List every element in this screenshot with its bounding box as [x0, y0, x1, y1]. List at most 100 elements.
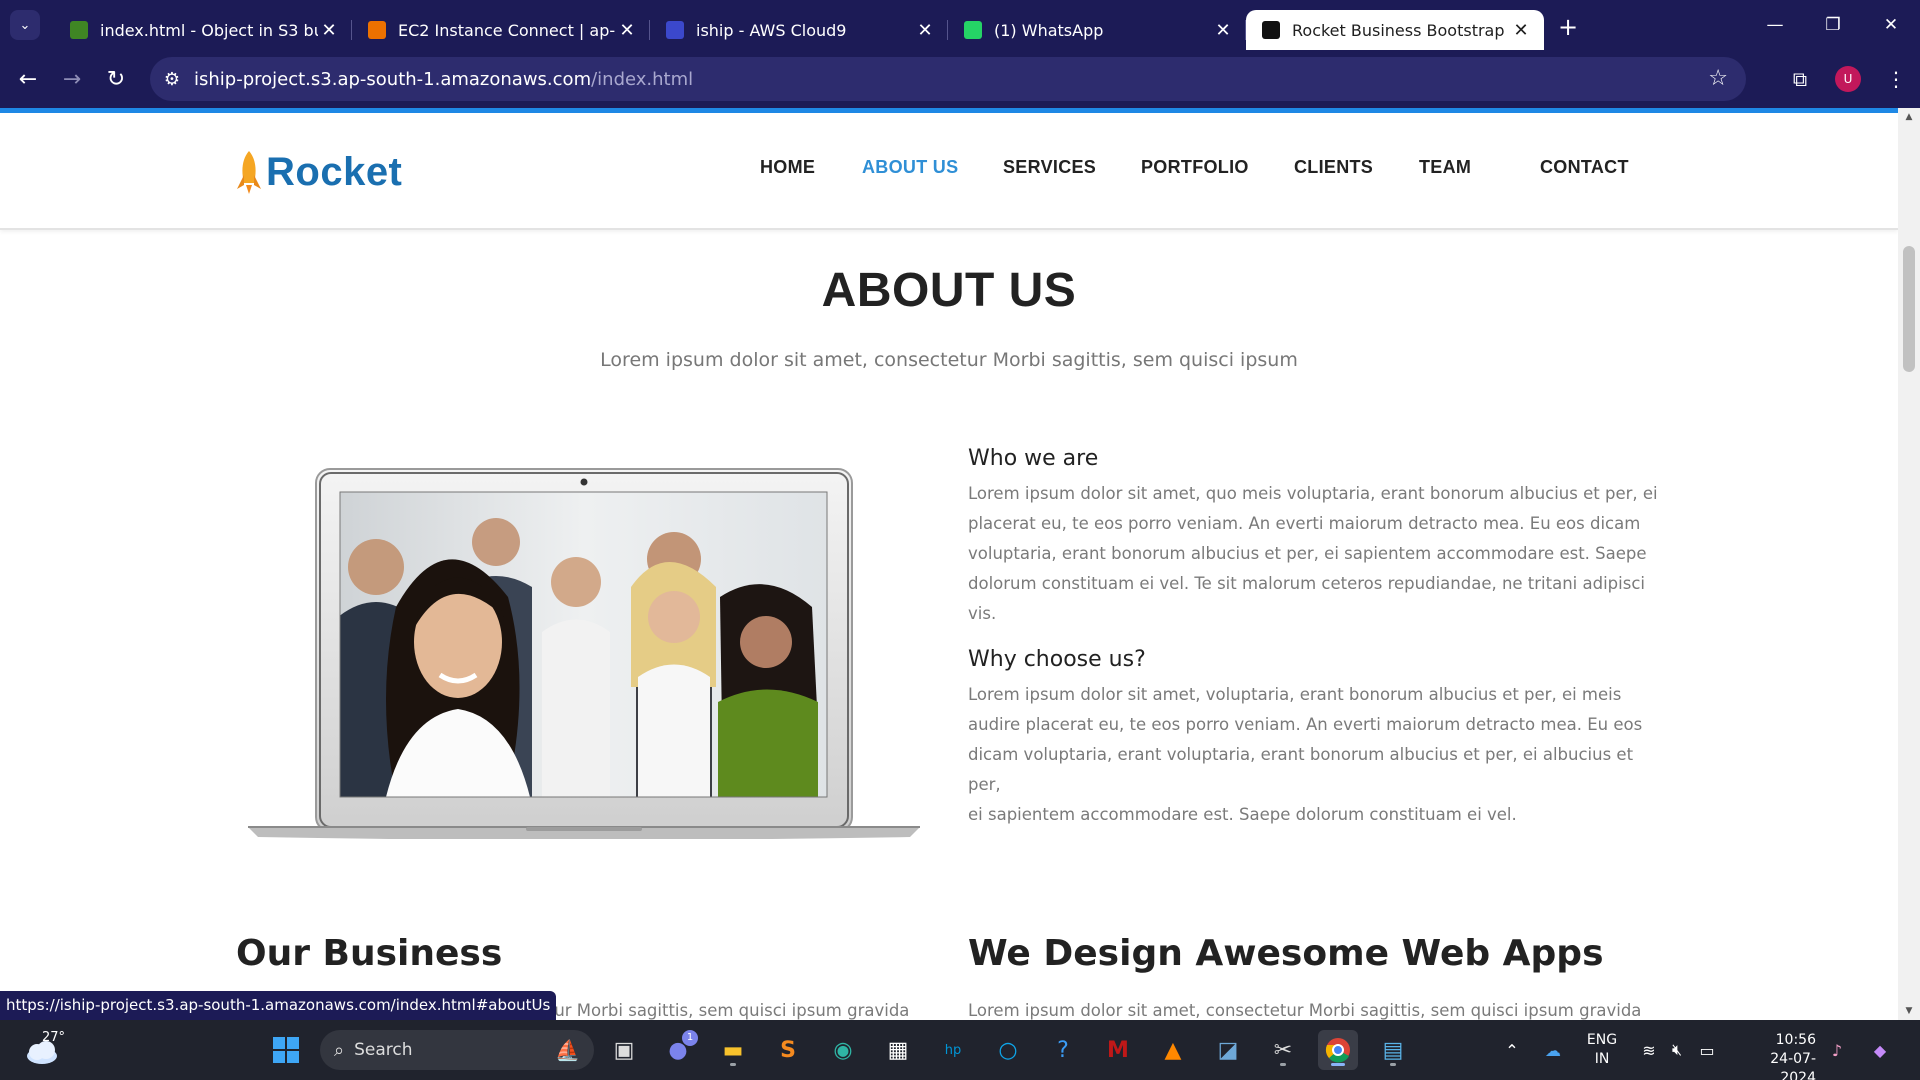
- why-choose-us-heading: Why choose us?: [968, 647, 1146, 672]
- address-url[interactable]: iship-project.s3.ap-south-1.amazonaws.co…: [194, 69, 693, 90]
- myhp-button[interactable]: hp: [933, 1030, 973, 1070]
- task-view-button[interactable]: ▣: [604, 1030, 644, 1070]
- show-hidden-icons-button[interactable]: ⌃: [1500, 1020, 1524, 1080]
- task-view-icon: ▣: [613, 1037, 635, 1063]
- minimize-button[interactable]: —: [1746, 0, 1804, 50]
- nav-link-contact[interactable]: CONTACT: [1540, 157, 1629, 178]
- snipping-tool-button[interactable]: ✂: [1263, 1030, 1303, 1070]
- onedrive-tray[interactable]: ☁: [1538, 1020, 1568, 1080]
- new-tab-button[interactable]: +: [1548, 7, 1588, 47]
- tab-search-button[interactable]: ⌄: [10, 10, 40, 40]
- copilot-button[interactable]: ◆: [1862, 1020, 1898, 1080]
- who-we-are-text: Lorem ipsum dolor sit amet, quo meis vol…: [968, 479, 1658, 629]
- lang-primary: ENG: [1586, 1032, 1618, 1048]
- input-language[interactable]: ENG IN: [1582, 1031, 1622, 1069]
- site-info-icon[interactable]: ⚙: [150, 69, 194, 90]
- scrollbar-thumb[interactable]: [1903, 246, 1915, 372]
- volume-muted-icon: 🔇︎: [1671, 1040, 1683, 1059]
- circle-icon: ○: [998, 1037, 1018, 1063]
- address-bar[interactable]: ⚙ iship-project.s3.ap-south-1.amazonaws.…: [150, 57, 1746, 101]
- web-apps-heading: We Design Awesome Web Apps: [968, 933, 1604, 974]
- cloud9-icon: [666, 21, 684, 39]
- restore-button[interactable]: ❐: [1804, 0, 1862, 50]
- close-tab-icon[interactable]: ✕: [616, 20, 638, 41]
- menu-kebab-icon[interactable]: ⋮: [1872, 67, 1920, 91]
- page-scrollbar[interactable]: ▲ ▼: [1898, 108, 1920, 1020]
- cortana-button[interactable]: ○: [988, 1030, 1028, 1070]
- paragraph-line: Lorem ipsum dolor sit amet, quo meis vol…: [968, 484, 1658, 503]
- vlc-icon: ▲: [1164, 1037, 1182, 1063]
- laptop-team-image: [248, 468, 920, 839]
- url-host: iship-project.s3.ap-south-1.amazonaws.co…: [194, 68, 592, 90]
- browser-tab[interactable]: index.html - Object in S3 bucke✕: [54, 10, 352, 50]
- back-button[interactable]: ←: [6, 57, 50, 101]
- close-tab-icon[interactable]: ✕: [1212, 20, 1234, 41]
- temperature: 27°: [42, 1030, 66, 1045]
- nav-link-clients[interactable]: CLIENTS: [1294, 157, 1373, 178]
- why-choose-us-text: Lorem ipsum dolor sit amet, voluptaria, …: [968, 680, 1658, 830]
- myhp-icon: hp: [944, 1042, 962, 1058]
- rocket-logo-icon: [237, 151, 261, 194]
- notifications-button[interactable]: ♪: [1824, 1020, 1850, 1080]
- reload-button[interactable]: ↻: [94, 57, 138, 101]
- taskbar-search[interactable]: ⌕ Search ⛵: [320, 1030, 594, 1070]
- help-button[interactable]: ?: [1043, 1030, 1083, 1070]
- copilot-icon: ◆: [1873, 1040, 1887, 1060]
- about-title: ABOUT US: [821, 264, 1077, 317]
- web-apps-text: Lorem ipsum dolor sit amet, consectetur …: [968, 1001, 1642, 1020]
- tab-title: (1) WhatsApp: [994, 20, 1104, 40]
- nav-link-portfolio[interactable]: PORTFOLIO: [1141, 157, 1249, 178]
- weather-widget[interactable]: 27°: [22, 1028, 66, 1072]
- nav-link-home[interactable]: HOME: [760, 157, 815, 178]
- notepad-button[interactable]: ▤: [1373, 1030, 1413, 1070]
- clock[interactable]: 10:56 24-07-2024: [1736, 1031, 1816, 1080]
- rocket-favicon: [1262, 21, 1280, 39]
- tab-title: iship - AWS Cloud9: [696, 20, 847, 40]
- search-icon: ⌕: [334, 1039, 345, 1061]
- scroll-down-icon[interactable]: ▼: [1898, 1006, 1920, 1016]
- vlc-button[interactable]: ▲: [1153, 1030, 1193, 1070]
- forward-button[interactable]: →: [50, 57, 94, 101]
- who-we-are-heading: Who we are: [968, 446, 1099, 471]
- terminal-app-button[interactable]: ◪: [1208, 1030, 1248, 1070]
- mcafee-icon: M: [1107, 1037, 1129, 1063]
- snip-icon: ✂: [1273, 1037, 1293, 1063]
- battery-tray[interactable]: ▭: [1692, 1020, 1722, 1080]
- start-button[interactable]: [266, 1030, 306, 1070]
- file-explorer-button[interactable]: ▬: [713, 1030, 753, 1070]
- edge-button[interactable]: ◉: [823, 1030, 863, 1070]
- browser-tab[interactable]: EC2 Instance Connect | ap-south✕: [352, 10, 650, 50]
- battery-icon: ▭: [1699, 1040, 1715, 1060]
- clock-time: 10:56: [1775, 1032, 1816, 1048]
- scroll-up-icon[interactable]: ▲: [1898, 112, 1920, 122]
- tab-title: Rocket Business Bootstrap Free: [1292, 20, 1510, 40]
- cloud-icon: ☁: [1545, 1040, 1561, 1060]
- sublime-text-button[interactable]: S: [768, 1030, 808, 1070]
- chat-badge: 1: [682, 1030, 698, 1046]
- close-tab-icon[interactable]: ✕: [914, 20, 936, 41]
- mcafee-button[interactable]: M: [1098, 1030, 1138, 1070]
- extensions-icon[interactable]: ⧉: [1776, 67, 1824, 91]
- nav-link-team[interactable]: TEAM: [1419, 157, 1471, 178]
- toolbar-actions: ⧉ U ⋮: [1776, 50, 1920, 108]
- store-button[interactable]: ▦: [878, 1030, 918, 1070]
- browser-tab[interactable]: Rocket Business Bootstrap Free✕: [1246, 10, 1544, 50]
- volume-tray[interactable]: 🔇︎: [1664, 1020, 1690, 1080]
- close-window-button[interactable]: ✕: [1862, 0, 1920, 50]
- bell-icon: ♪: [1831, 1040, 1843, 1060]
- chrome-icon: [1325, 1038, 1350, 1063]
- profile-button[interactable]: U: [1824, 66, 1872, 92]
- chat-app-button[interactable]: ● 1: [658, 1030, 698, 1070]
- site-logo[interactable]: Rocket: [234, 149, 402, 195]
- avatar: U: [1835, 66, 1861, 92]
- bookmark-star-icon[interactable]: ☆: [1708, 66, 1728, 91]
- browser-tab[interactable]: iship - AWS Cloud9 ✕: [650, 10, 948, 50]
- chrome-button[interactable]: [1318, 1030, 1358, 1070]
- browser-tab[interactable]: (1) WhatsApp ✕: [948, 10, 1246, 50]
- wifi-tray[interactable]: ≋: [1636, 1020, 1662, 1080]
- nav-link-about-us[interactable]: ABOUT US: [862, 157, 958, 178]
- close-tab-icon[interactable]: ✕: [1510, 20, 1532, 41]
- close-tab-icon[interactable]: ✕: [318, 20, 340, 41]
- windows-taskbar: 27° ⌕ Search ⛵ ▣ ● 1 ▬ S ◉ ▦ hp ○ ? M ▲ …: [0, 1020, 1920, 1080]
- nav-link-services[interactable]: SERVICES: [1003, 157, 1096, 178]
